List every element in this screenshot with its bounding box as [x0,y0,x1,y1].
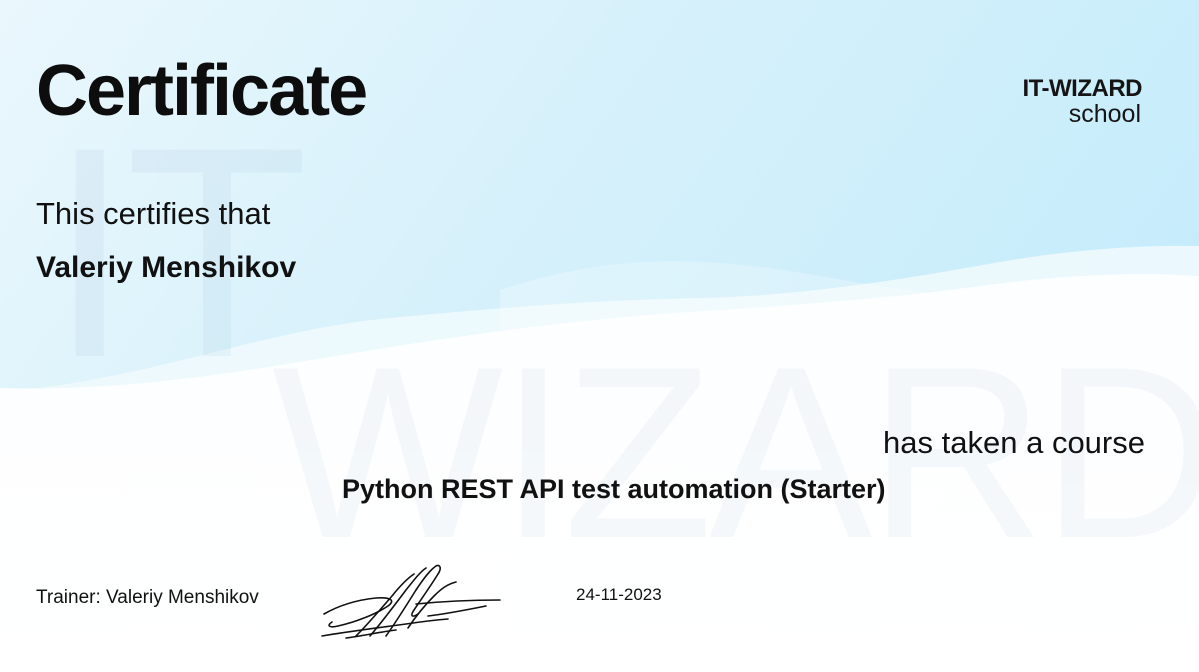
course-intro: has taken a course [883,425,1145,460]
certificate-title: Certificate [36,51,368,131]
certifies-text: This certifies that [36,196,271,231]
school-logo: IT-WIZARD school [1022,75,1143,129]
trainer-signature [316,552,506,652]
recipient-name: Valeriy Menshikov [36,251,297,284]
trainer-label: Trainer: Valeriy Menshikov [36,587,259,608]
course-name: Python REST API test automation (Starter… [342,474,886,504]
certificate-page: IT WIZARD Certificate IT-WIZARD school T… [0,0,1199,672]
logo-subtitle: school [1068,100,1141,129]
issue-date: 24-11-2023 [576,585,662,604]
logo-name: IT-WIZARD [1022,75,1143,102]
